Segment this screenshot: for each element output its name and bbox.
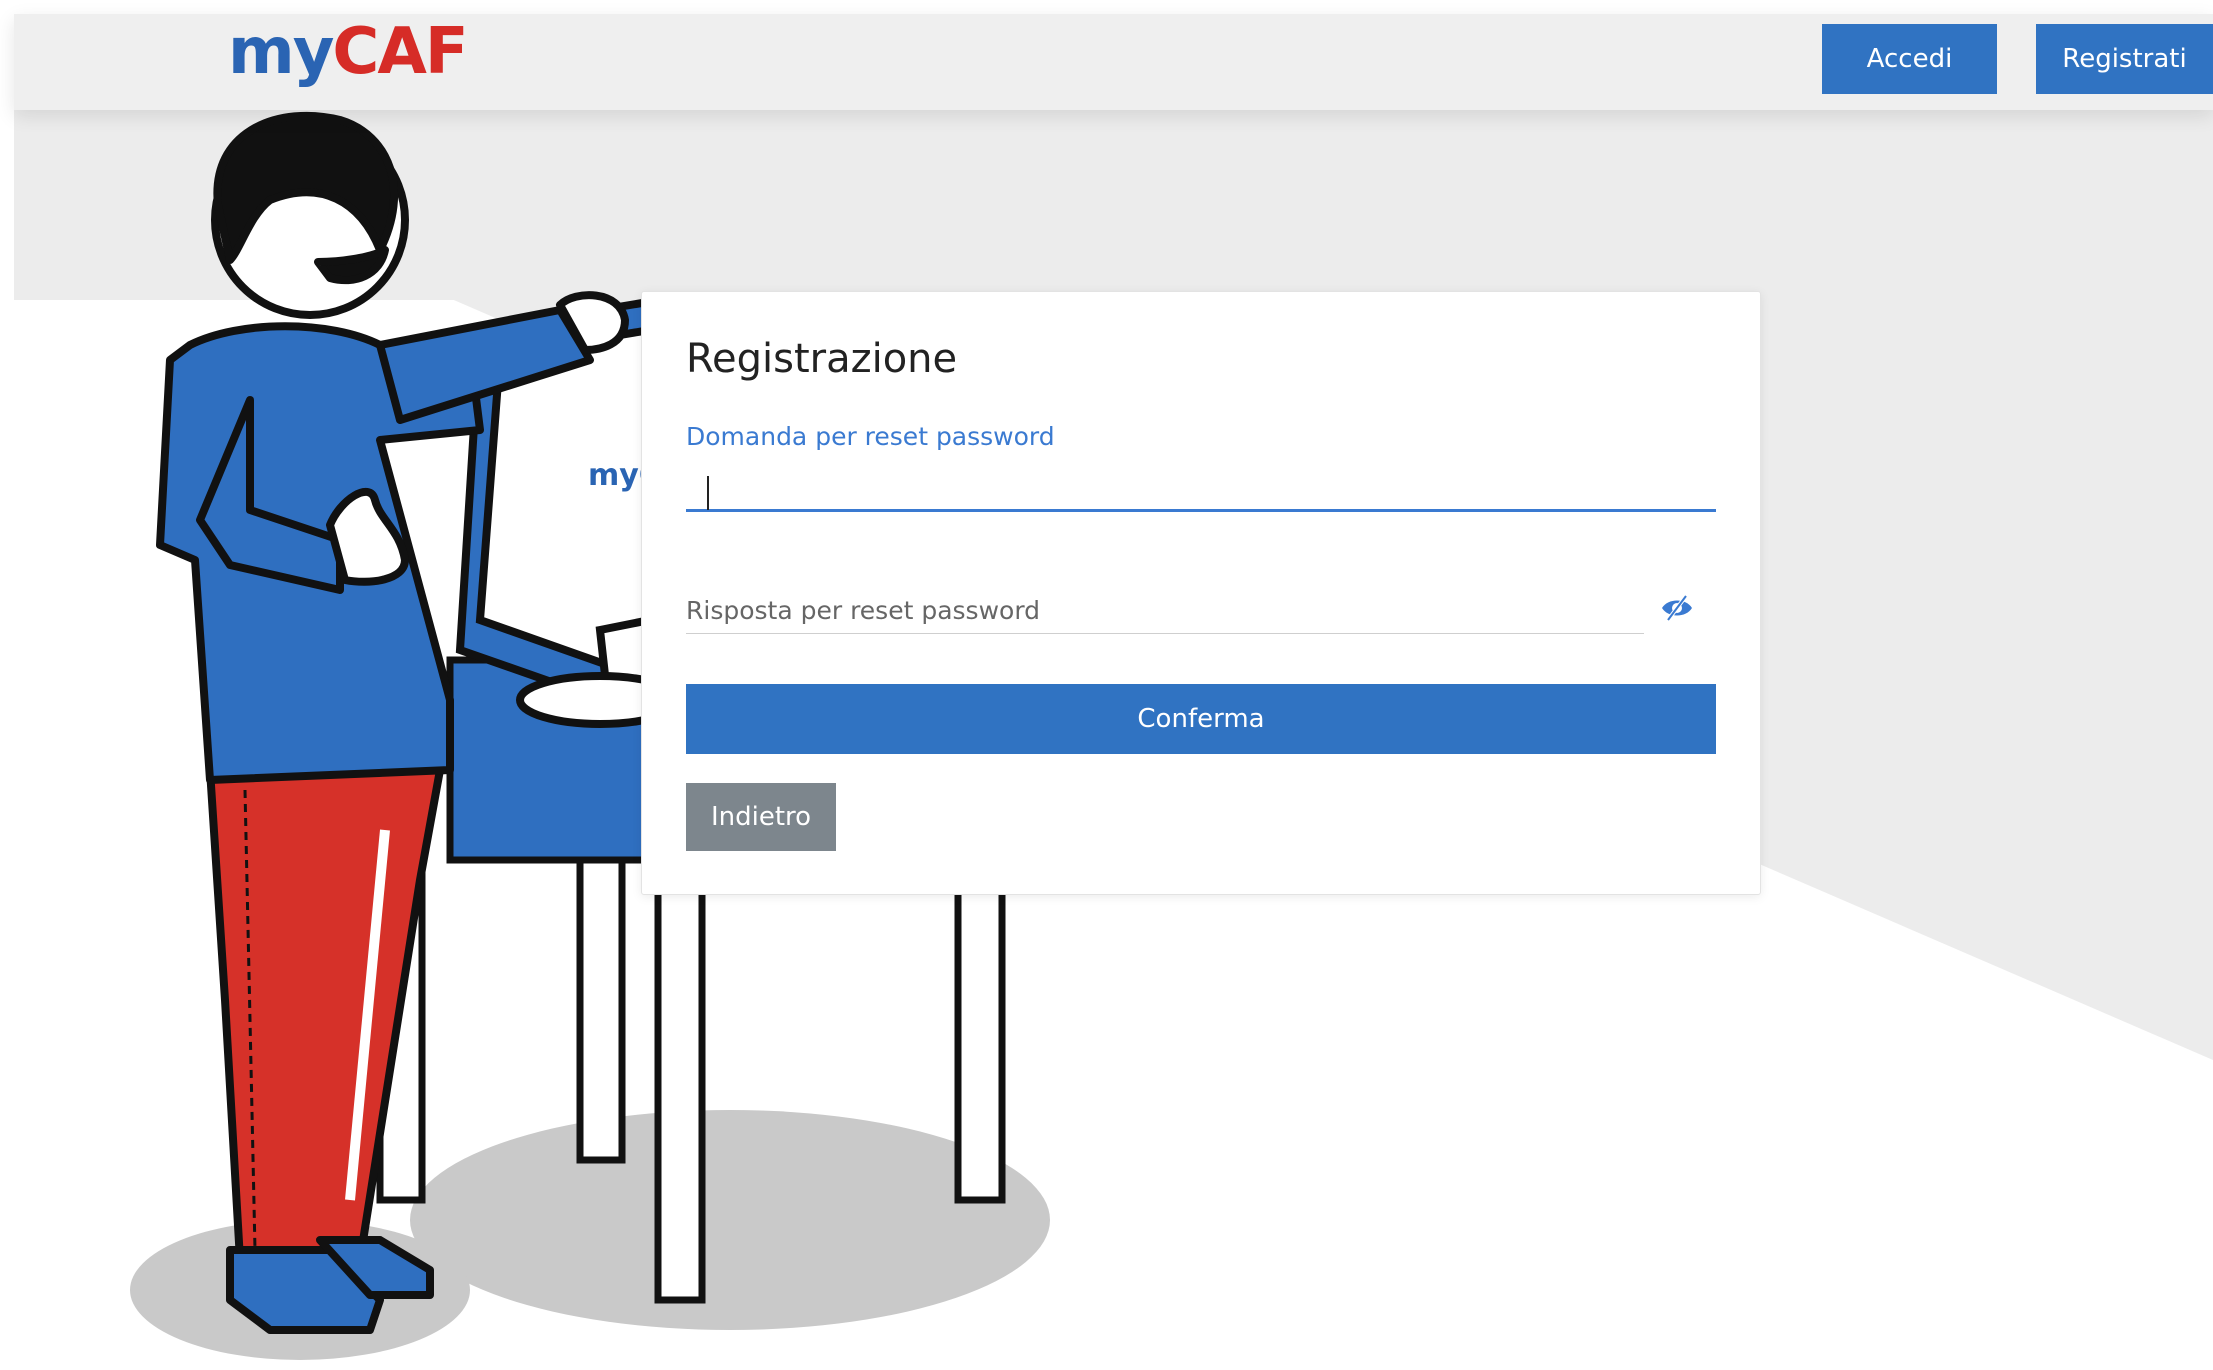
answer-input[interactable]	[686, 588, 1644, 634]
question-input[interactable]	[686, 464, 1716, 512]
confirm-button[interactable]: Conferma	[686, 684, 1716, 754]
question-field-label: Domanda per reset password	[686, 422, 1055, 451]
text-caret	[707, 476, 709, 510]
back-button[interactable]: Indietro	[686, 783, 836, 851]
registration-card: Registrazione Domanda per reset password…	[641, 291, 1761, 895]
logo-caf-text: CAF	[332, 15, 468, 89]
login-button[interactable]: Accedi	[1822, 24, 1997, 94]
page: myC myCAF Accedi Registrati Registrazion…	[0, 0, 2213, 1370]
register-button[interactable]: Registrati	[2036, 24, 2213, 94]
eye-slash-icon[interactable]	[1660, 594, 1694, 622]
card-title: Registrazione	[686, 336, 958, 382]
mycaf-logo[interactable]: myCAF	[228, 20, 469, 84]
floor-shadow	[410, 1110, 1050, 1330]
logo-my-text: my	[228, 15, 334, 89]
